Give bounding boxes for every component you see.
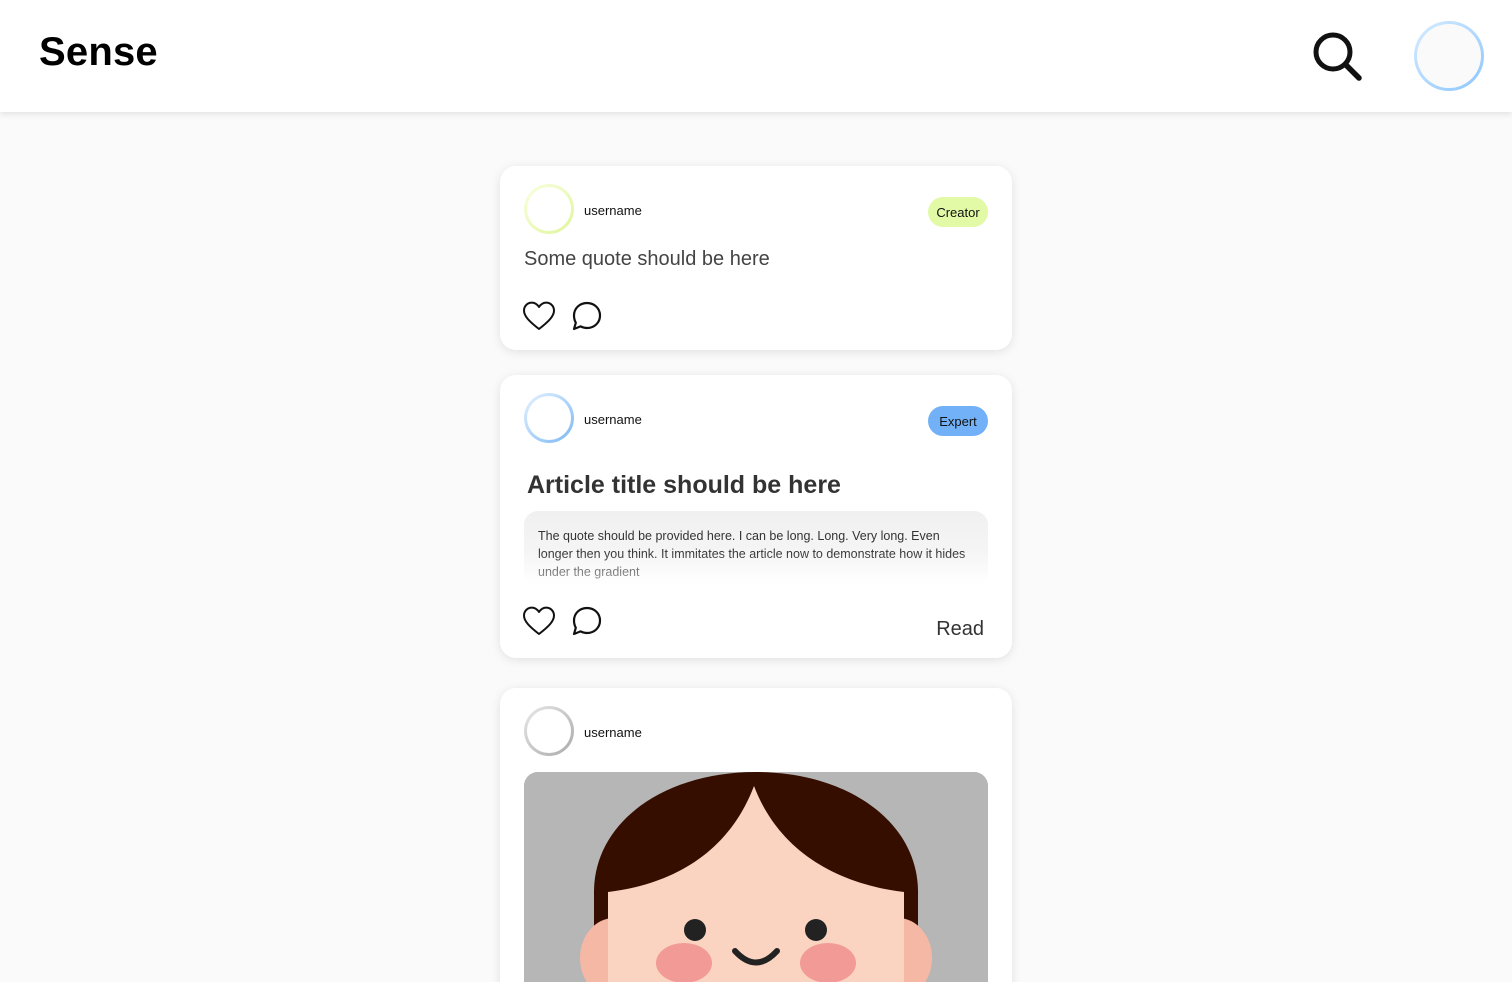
heart-icon[interactable] bbox=[522, 300, 556, 332]
quote-post-card: username Creator Some quote should be he… bbox=[500, 166, 1012, 350]
post-username[interactable]: username bbox=[584, 725, 642, 740]
comment-icon[interactable] bbox=[570, 300, 604, 332]
creator-badge: Creator bbox=[928, 197, 988, 227]
search-icon bbox=[1313, 32, 1362, 81]
image-post-card: username bbox=[500, 688, 1012, 982]
search-button[interactable] bbox=[1310, 29, 1364, 83]
post-actions bbox=[522, 605, 604, 637]
article-excerpt: The quote should be provided here. I can… bbox=[524, 511, 988, 585]
article-title[interactable]: Article title should be here bbox=[527, 471, 841, 500]
user-avatar[interactable] bbox=[524, 184, 574, 234]
article-post-card: username Expert Article title should be … bbox=[500, 375, 1012, 658]
post-username[interactable]: username bbox=[584, 203, 642, 218]
profile-avatar[interactable] bbox=[1414, 21, 1484, 91]
post-image[interactable] bbox=[524, 772, 988, 982]
post-actions bbox=[522, 300, 604, 332]
user-avatar[interactable] bbox=[524, 706, 574, 756]
heart-icon[interactable] bbox=[522, 605, 556, 637]
cartoon-face-illustration bbox=[524, 772, 988, 982]
app-logo[interactable]: Sense bbox=[39, 30, 158, 75]
app-header: Sense bbox=[0, 0, 1512, 112]
read-link[interactable]: Read bbox=[936, 618, 984, 641]
article-excerpt-text: The quote should be provided here. I can… bbox=[538, 529, 966, 579]
post-username[interactable]: username bbox=[584, 412, 642, 427]
comment-icon[interactable] bbox=[570, 605, 604, 637]
expert-badge: Expert bbox=[928, 406, 988, 436]
user-avatar[interactable] bbox=[524, 393, 574, 443]
post-quote: Some quote should be here bbox=[524, 248, 770, 270]
